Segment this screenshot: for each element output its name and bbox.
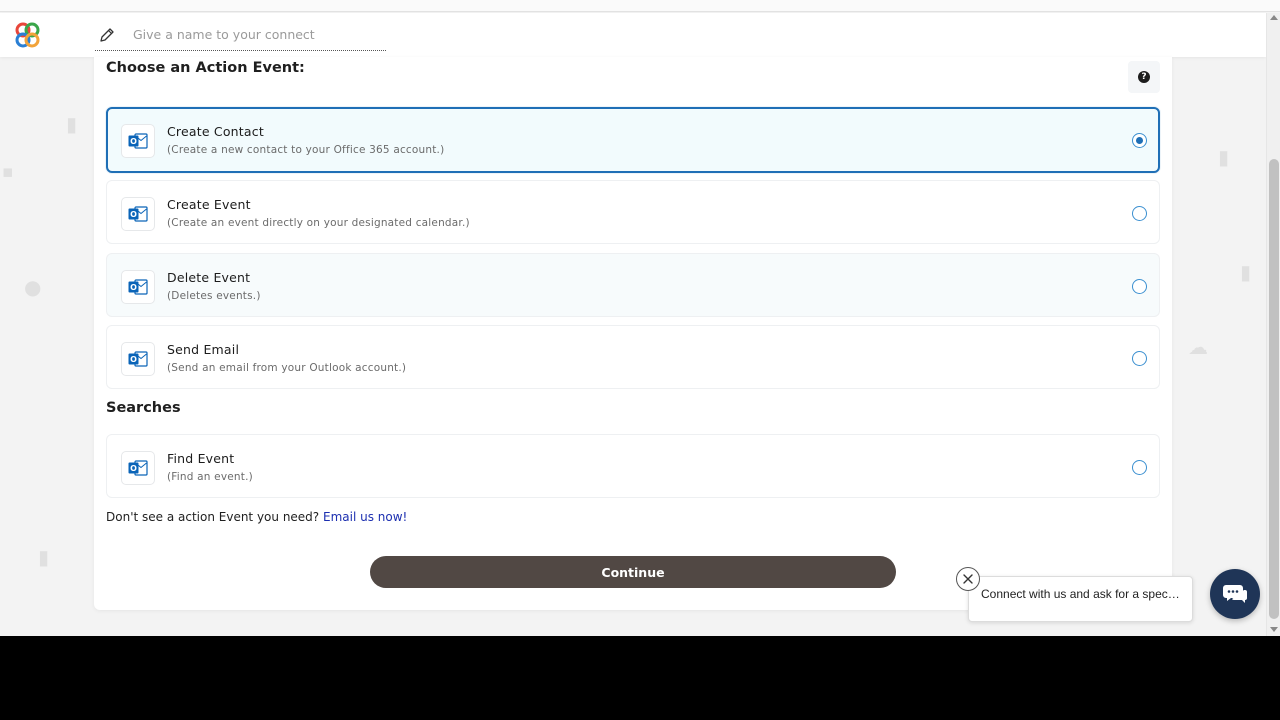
outlook-icon: O <box>121 451 155 485</box>
connect-name-field[interactable] <box>95 17 386 51</box>
background-app-icon: ▪ <box>2 162 14 182</box>
action-option-create-contact[interactable]: O Create Contact (Create a new contact t… <box>106 107 1160 173</box>
top-header <box>0 13 1266 57</box>
background-app-icon: ☁ <box>1188 335 1208 359</box>
action-option-send-email[interactable]: O Send Email (Send an email from your Ou… <box>106 325 1160 389</box>
outlook-icon: O <box>121 124 155 158</box>
search-option-find-event[interactable]: O Find Event (Find an event.) <box>106 434 1160 498</box>
page-scrollbar[interactable] <box>1266 13 1280 636</box>
action-option-description: (Send an email from your Outlook account… <box>167 362 407 374</box>
action-option-description: (Create a new contact to your Office 365… <box>167 144 445 156</box>
action-option-title: Delete Event <box>167 270 251 285</box>
help-button[interactable]: ? <box>1128 61 1160 93</box>
app-viewport: ▮ ▪ ● ▮ ▮ ▮ ☁ Choose an Action Event: ? <box>0 0 1280 636</box>
action-event-panel: Choose an Action Event: ? O Create Conta… <box>94 57 1172 610</box>
search-radio[interactable] <box>1132 460 1147 475</box>
email-us-link[interactable]: Email us now! <box>323 510 407 524</box>
svg-text:O: O <box>130 137 137 146</box>
continue-button[interactable]: Continue <box>370 556 896 588</box>
outlook-icon: O <box>121 270 155 304</box>
action-option-title: Create Event <box>167 197 251 212</box>
action-option-title: Send Email <box>167 342 240 357</box>
close-icon <box>963 574 973 584</box>
background-app-icon: ▮ <box>1240 260 1252 284</box>
browser-top-strip <box>0 0 1280 12</box>
app-logo-icon <box>15 22 40 48</box>
action-radio[interactable] <box>1132 206 1147 221</box>
chat-close-button[interactable] <box>956 567 980 591</box>
action-option-create-event[interactable]: O Create Event (Create an event directly… <box>106 180 1160 244</box>
background-app-icon: ● <box>24 275 42 299</box>
svg-text:O: O <box>130 210 137 219</box>
action-section-title: Choose an Action Event: <box>106 60 305 76</box>
action-radio[interactable] <box>1132 279 1147 294</box>
search-option-description: (Find an event.) <box>167 471 253 483</box>
background-app-icon: ▮ <box>1218 145 1230 169</box>
background-app-icon: ▮ <box>38 545 50 569</box>
outlook-icon: O <box>121 342 155 376</box>
help-icon: ? <box>1138 71 1150 83</box>
missing-event-note: Don't see a action Event you need? Email… <box>106 510 407 524</box>
action-option-description: (Create an event directly on your design… <box>167 217 470 229</box>
background-app-icon: ▮ <box>66 112 78 136</box>
svg-text:O: O <box>130 464 137 473</box>
pencil-icon <box>100 28 114 42</box>
chat-launcher-button[interactable] <box>1210 569 1260 619</box>
chat-message-bubble[interactable]: Connect with us and ask for a speci... <box>968 576 1193 622</box>
svg-text:O: O <box>130 355 137 364</box>
searches-section-title: Searches <box>106 400 181 416</box>
scrollbar-thumb[interactable] <box>1269 159 1279 619</box>
svg-text:O: O <box>130 283 137 292</box>
connect-name-input[interactable] <box>133 23 383 45</box>
search-option-title: Find Event <box>167 451 235 466</box>
outlook-icon: O <box>121 197 155 231</box>
action-option-delete-event[interactable]: O Delete Event (Deletes events.) <box>106 253 1160 317</box>
missing-event-text: Don't see a action Event you need? <box>106 510 320 524</box>
scroll-down-arrow-icon[interactable] <box>1270 627 1278 632</box>
scroll-up-arrow-icon[interactable] <box>1270 15 1278 20</box>
action-option-description: (Deletes events.) <box>167 290 261 302</box>
action-radio[interactable] <box>1132 133 1147 148</box>
chat-icon <box>1223 585 1247 603</box>
action-option-title: Create Contact <box>167 124 264 139</box>
action-radio[interactable] <box>1132 351 1147 366</box>
